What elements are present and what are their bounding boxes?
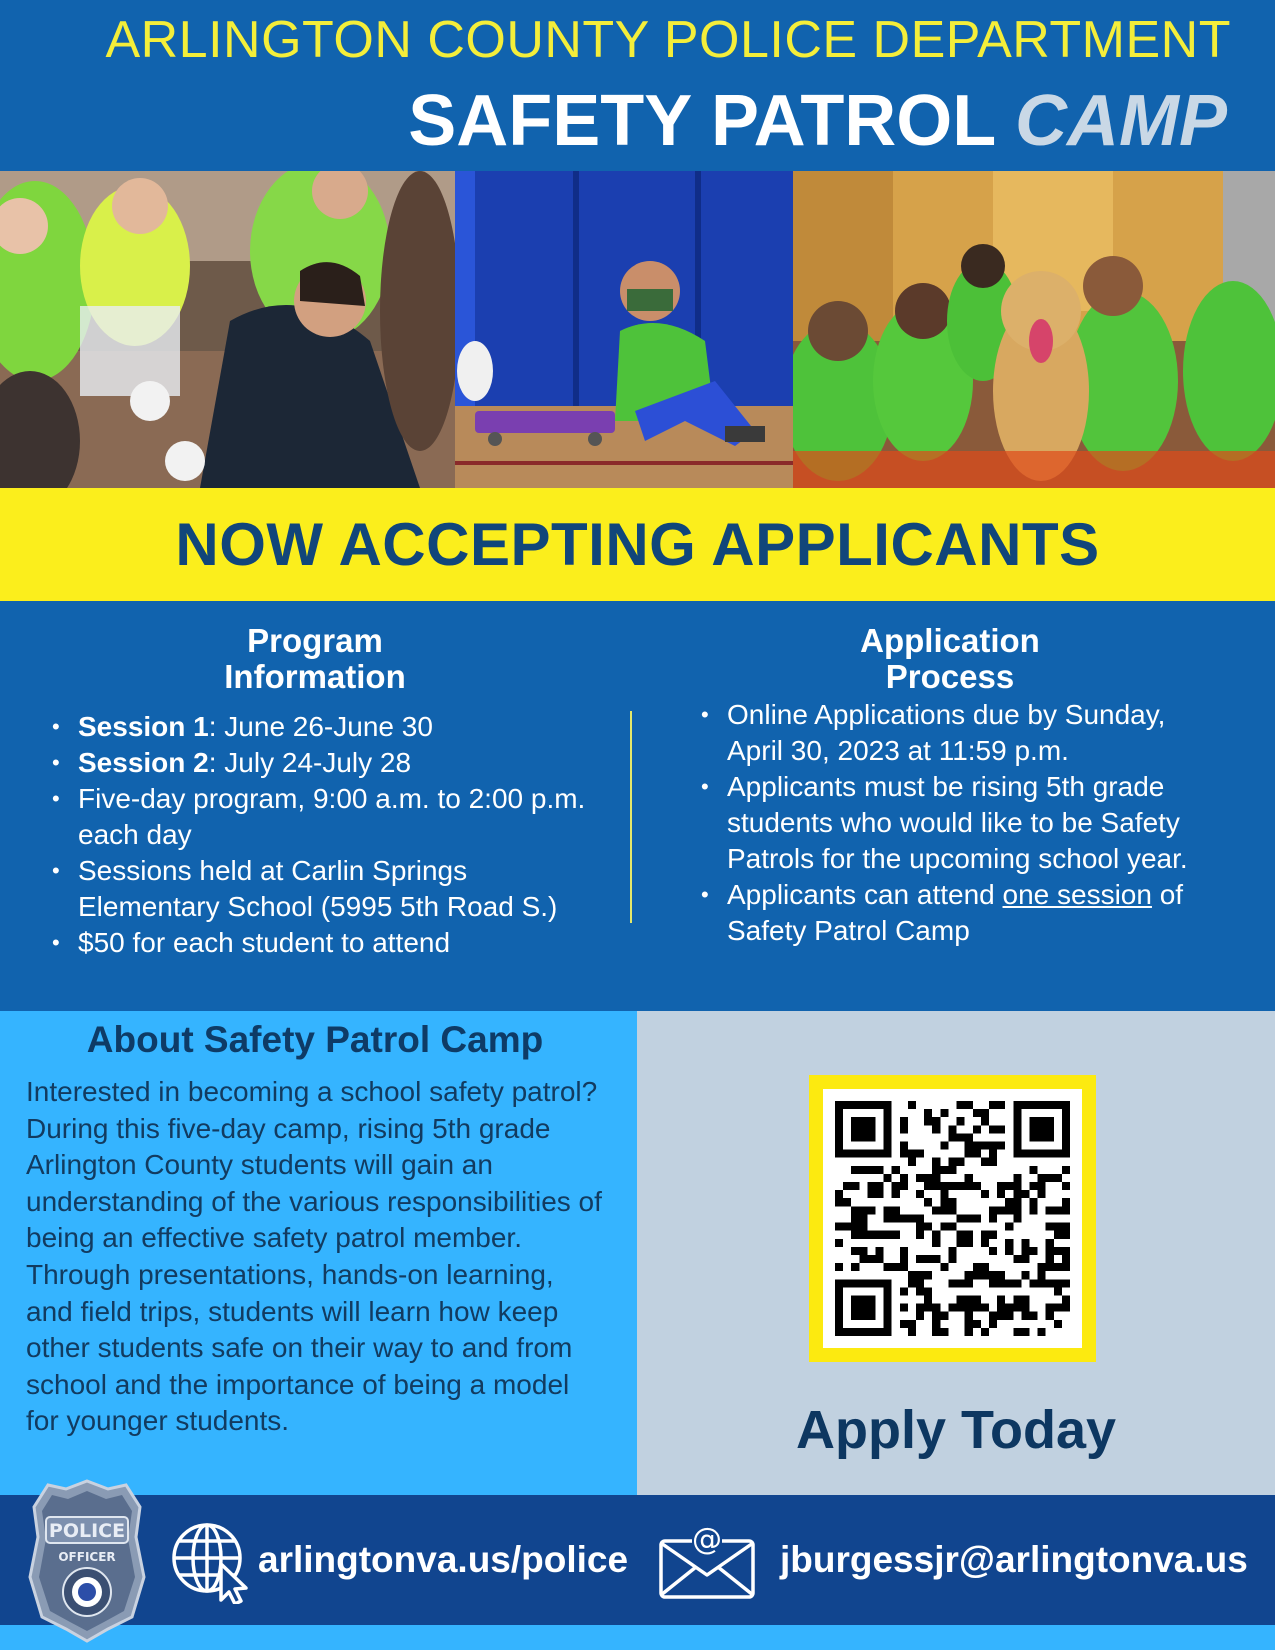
qr-code-icon[interactable] [823, 1089, 1082, 1348]
list-item: Session 2: July 24-July 28 [52, 745, 612, 781]
application-heading-line1: Application [860, 622, 1040, 659]
svg-text:@: @ [692, 1523, 722, 1557]
application-process-list: Online Applications due by Sunday, April… [701, 697, 1221, 949]
program-heading-line2: Information [224, 658, 406, 695]
title-accent: CAMP [1015, 81, 1227, 161]
police-badge-icon: POLICE OFFICER [28, 1479, 146, 1643]
email-link[interactable]: jburgessjr@arlingtonva.us [780, 1539, 1248, 1581]
session-2-dates: : July 24-July 28 [208, 747, 412, 778]
session-1-dates: : June 26-June 30 [208, 711, 433, 742]
page-title: SAFETY PATROL CAMP [408, 80, 1227, 162]
program-info-heading: Program Information [60, 623, 570, 695]
apply-today-text: Apply Today [795, 1400, 1117, 1460]
photo-kids-with-dog [793, 171, 1275, 488]
qr-code-frame[interactable] [809, 1075, 1096, 1362]
list-item: Online Applications due by Sunday, April… [701, 697, 1221, 769]
footer: POLICE OFFICER arlingtonva.us/police @ j… [0, 1479, 1275, 1643]
attendance-text-before: Applicants can attend [727, 879, 1003, 910]
attendance-underlined: one session [1002, 879, 1152, 910]
svg-text:POLICE: POLICE [49, 1520, 125, 1542]
session-2-label: Session 2 [78, 747, 209, 778]
program-cost: $50 for each student to attend [78, 927, 451, 958]
program-info-list: Session 1: June 26-June 30 Session 2: Ju… [52, 709, 612, 961]
list-item: Applicants must be rising 5th grade stud… [701, 769, 1221, 877]
website-link[interactable]: arlingtonva.us/police [258, 1539, 628, 1581]
about-heading: About Safety Patrol Camp [86, 1019, 544, 1060]
program-heading-line1: Program [247, 622, 383, 659]
photo-boy-gym [455, 171, 793, 488]
program-hours: Five-day program, 9:00 a.m. to 2:00 p.m.… [78, 783, 586, 850]
about-body: Interested in becoming a school safety p… [26, 1076, 602, 1437]
application-eligibility: Applicants must be rising 5th grade stud… [727, 771, 1188, 874]
banner-heading: NOW ACCEPTING APPLICANTS [175, 511, 1100, 578]
list-item: Session 1: June 26-June 30 [52, 709, 612, 745]
accepting-applicants-banner: NOW ACCEPTING APPLICANTS [0, 488, 1275, 601]
photo-strip [0, 171, 1275, 488]
list-item: $50 for each student to attend [52, 925, 612, 961]
session-1-label: Session 1 [78, 711, 209, 742]
about-section: About Safety Patrol Camp Interested in b… [0, 1011, 637, 1495]
title-main: SAFETY PATROL [408, 81, 995, 161]
application-deadline: Online Applications due by Sunday, April… [727, 699, 1166, 766]
application-process-heading: Application Process [700, 623, 1200, 695]
department-name: ARLINGTON COUNTY POLICE DEPARTMENT [105, 11, 1231, 69]
apply-section: Apply Today [637, 1011, 1275, 1495]
application-heading-line2: Process [885, 658, 1015, 695]
svg-text:OFFICER: OFFICER [58, 1550, 115, 1564]
header: ARLINGTON COUNTY POLICE DEPARTMENT SAFET… [0, 0, 1275, 171]
list-item: Five-day program, 9:00 a.m. to 2:00 p.m.… [52, 781, 612, 853]
list-item: Applicants can attend one session of Saf… [701, 877, 1221, 949]
column-divider [630, 711, 632, 923]
info-section: Program Information Session 1: June 26-J… [0, 601, 1275, 1011]
program-location: Sessions held at Carlin Springs Elementa… [78, 855, 558, 922]
photo-officer-with-kids [0, 171, 455, 488]
email-icon: @ [659, 1523, 755, 1599]
list-item: Sessions held at Carlin Springs Elementa… [52, 853, 612, 925]
globe-icon [172, 1523, 248, 1604]
